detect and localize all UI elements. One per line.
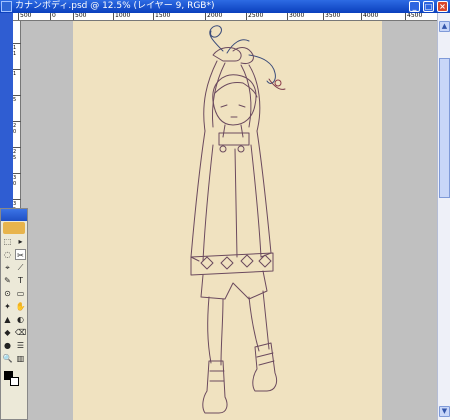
history-brush-tool-icon[interactable]: ✦ [2, 301, 13, 312]
lasso-tool-icon[interactable]: ◌ [2, 249, 13, 260]
type-tool-icon[interactable]: T [15, 275, 26, 286]
close-button[interactable]: × [437, 1, 448, 12]
scroll-up-button[interactable]: ▲ [439, 21, 450, 32]
stamp-tool-icon[interactable]: ⊙ [2, 288, 13, 299]
crop-tool-icon[interactable]: ⌖ [2, 262, 13, 273]
marquee-tool-icon[interactable]: ⬚ [2, 236, 13, 247]
background-color-swatch[interactable] [10, 377, 19, 386]
maximize-button[interactable]: □ [423, 1, 434, 12]
slice-tool-icon[interactable]: ⟋ [15, 262, 26, 273]
move-tool-icon[interactable]: ▸ [15, 236, 26, 247]
eraser-tool-icon[interactable]: ⌫ [15, 327, 26, 338]
shape-tool-icon[interactable]: ▭ [15, 288, 26, 299]
eyedropper-tool-icon[interactable]: ▥ [15, 353, 26, 364]
zoom-tool-icon[interactable]: 🔍 [2, 353, 13, 364]
hand-tool-icon[interactable]: ✋ [15, 301, 26, 312]
blur-tool-icon[interactable]: ▲ [2, 314, 13, 325]
photoshop-document-window: カナンボディ.psd @ 12.5% (レイヤー 9, RGB*) _ □ × … [0, 0, 450, 420]
vertical-scrollbar[interactable]: ▲ ▼ [437, 13, 450, 420]
notes-tool-icon[interactable]: ☰ [15, 340, 26, 351]
pen-tool-icon[interactable]: ◆ [2, 327, 13, 338]
document-icon [1, 1, 12, 12]
dodge-tool-icon[interactable]: ◐ [15, 314, 26, 325]
photoshop-logo-icon[interactable] [3, 222, 25, 234]
scroll-down-button[interactable]: ▼ [439, 406, 450, 417]
magic-wand-tool-icon[interactable]: ✂ [15, 249, 26, 260]
scroll-thumb[interactable] [439, 58, 450, 198]
title-bar[interactable]: カナンボディ.psd @ 12.5% (レイヤー 9, RGB*) _ □ × [0, 0, 450, 13]
character-sketch [190, 25, 286, 414]
gradient-tool-icon[interactable]: ● [2, 340, 13, 351]
horizontal-ruler: 500 0 500 1000 1500 2000 2500 3000 3500 … [13, 13, 437, 21]
tools-palette: ⬚ ▸ ◌ ✂ ⌖ ⟋ ✎ T ⊙ ▭ ✦ ✋ ▲ ◐ ◆ ⌫ ● ☰ 🔍 ▥ [0, 208, 28, 420]
window-title: カナンボディ.psd @ 12.5% (レイヤー 9, RGB*) [15, 1, 215, 11]
minimize-button[interactable]: _ [409, 1, 420, 12]
tools-palette-titlebar[interactable] [1, 209, 27, 221]
brush-tool-icon[interactable]: ✎ [2, 275, 13, 286]
